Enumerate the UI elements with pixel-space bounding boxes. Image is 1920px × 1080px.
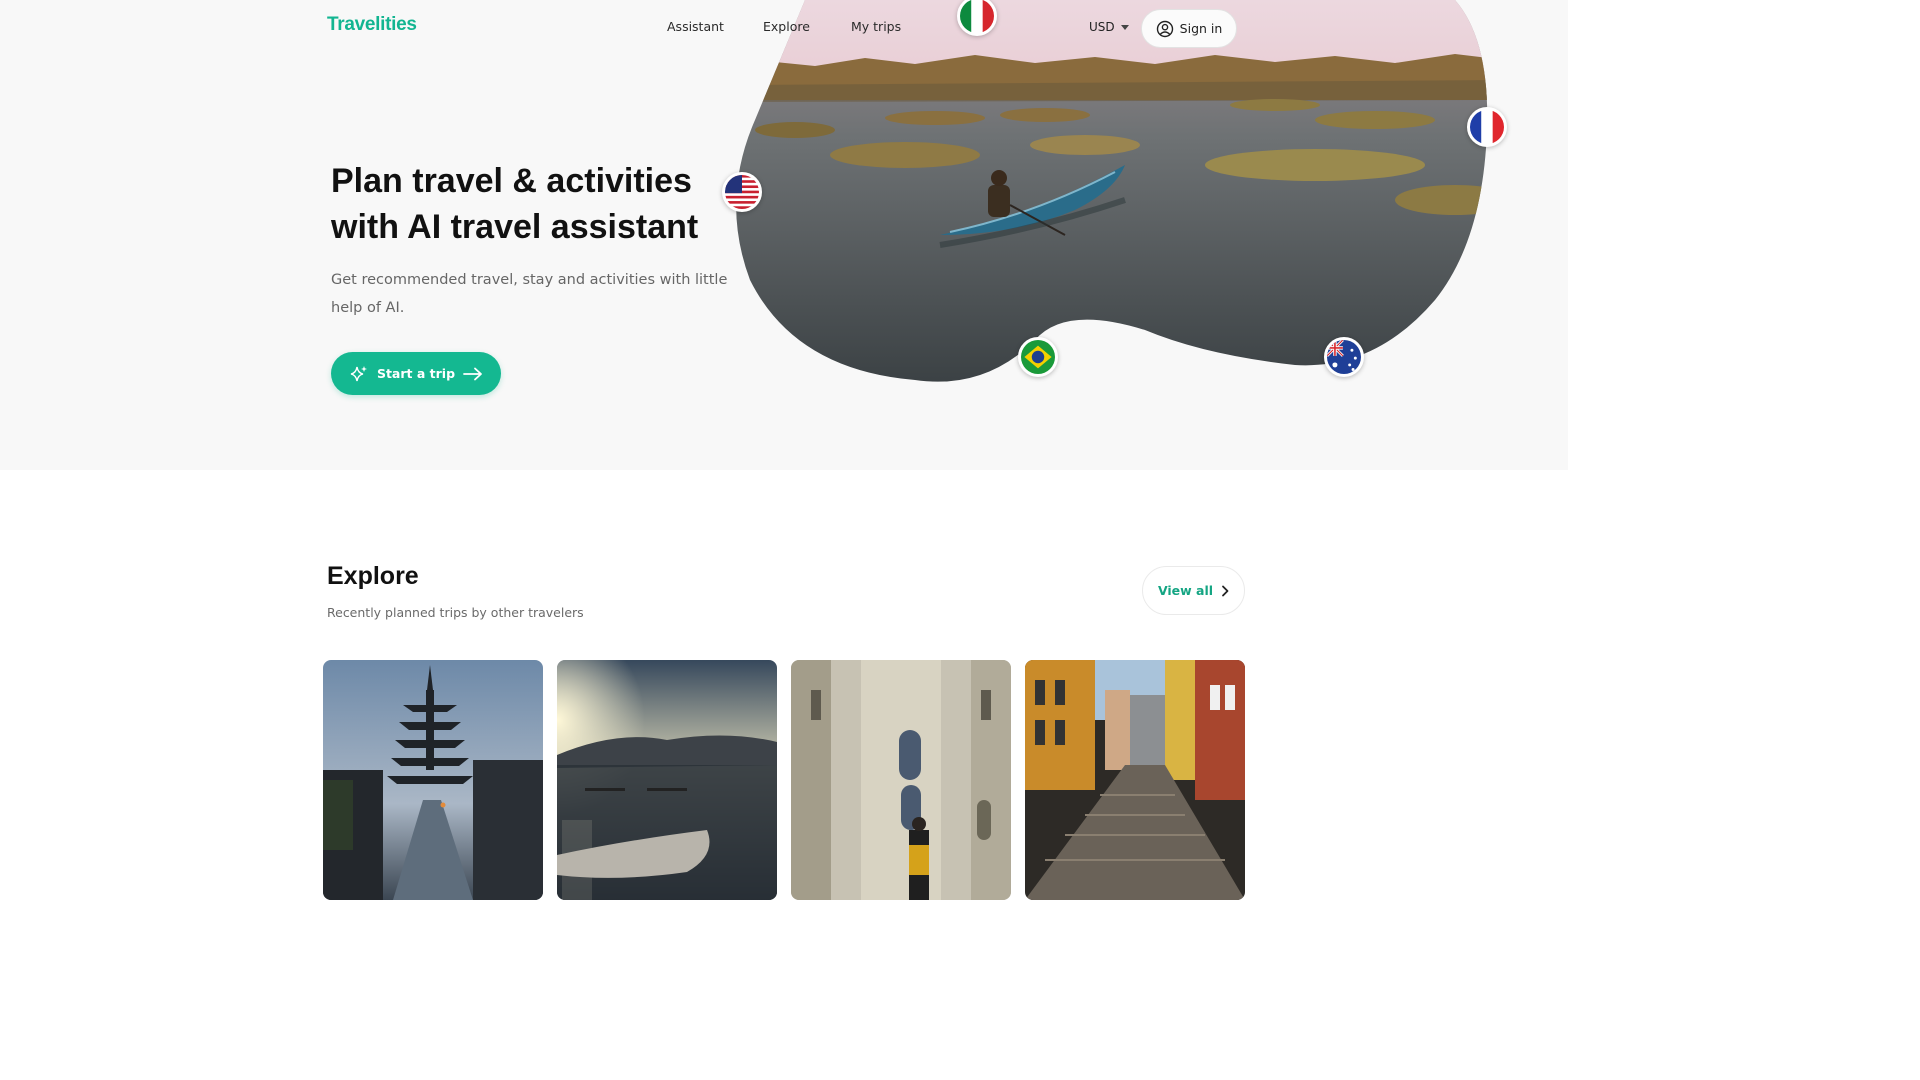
sparkle-icon xyxy=(350,365,367,381)
nav-my-trips[interactable]: My trips xyxy=(851,19,901,34)
view-all-button[interactable]: View all xyxy=(1142,566,1245,615)
hero-title: Plan travel & activities with AI travel … xyxy=(331,158,751,250)
start-trip-button[interactable]: Start a trip xyxy=(331,352,501,395)
trip-card-cathedral[interactable] xyxy=(791,660,1011,900)
arrow-right-icon xyxy=(463,367,482,380)
trip-card-street[interactable] xyxy=(1025,660,1245,900)
sign-in-button[interactable]: Sign in xyxy=(1141,9,1237,48)
hero-title-line-1: Plan travel & activities xyxy=(331,162,692,200)
france-flag-icon xyxy=(1467,107,1507,147)
explore-subtitle: Recently planned trips by other traveler… xyxy=(327,605,584,620)
currency-select[interactable]: USD xyxy=(1089,20,1129,34)
sign-in-label: Sign in xyxy=(1179,21,1223,36)
hero-section: Travelities Assistant Explore My trips U… xyxy=(0,0,1568,470)
nav-assistant[interactable]: Assistant xyxy=(667,19,724,34)
trip-card-kyoto[interactable] xyxy=(323,660,543,900)
kyoto-pagoda-image xyxy=(323,660,543,900)
hero-title-line-2: with AI travel assistant xyxy=(331,208,699,246)
cobblestone-street-image xyxy=(1025,660,1245,900)
user-circle-icon xyxy=(1156,20,1173,37)
hero-image xyxy=(736,0,1488,382)
australia-flag-icon xyxy=(1324,337,1364,377)
trip-card-lake[interactable] xyxy=(557,660,777,900)
currency-value: USD xyxy=(1089,20,1115,34)
usa-flag-icon xyxy=(722,172,762,212)
cathedral-image xyxy=(791,660,1011,900)
nav-explore[interactable]: Explore xyxy=(763,19,810,34)
hero-subtitle: Get recommended travel, stay and activit… xyxy=(331,272,728,316)
start-trip-label: Start a trip xyxy=(376,366,456,381)
caret-down-icon xyxy=(1120,24,1129,30)
view-all-label: View all xyxy=(1157,583,1214,598)
brazil-flag-icon xyxy=(1018,337,1058,377)
chevron-right-icon xyxy=(1222,585,1229,596)
explore-title: Explore xyxy=(327,562,419,590)
lake-boat-image xyxy=(557,660,777,900)
logo[interactable]: Travelities xyxy=(327,14,417,36)
